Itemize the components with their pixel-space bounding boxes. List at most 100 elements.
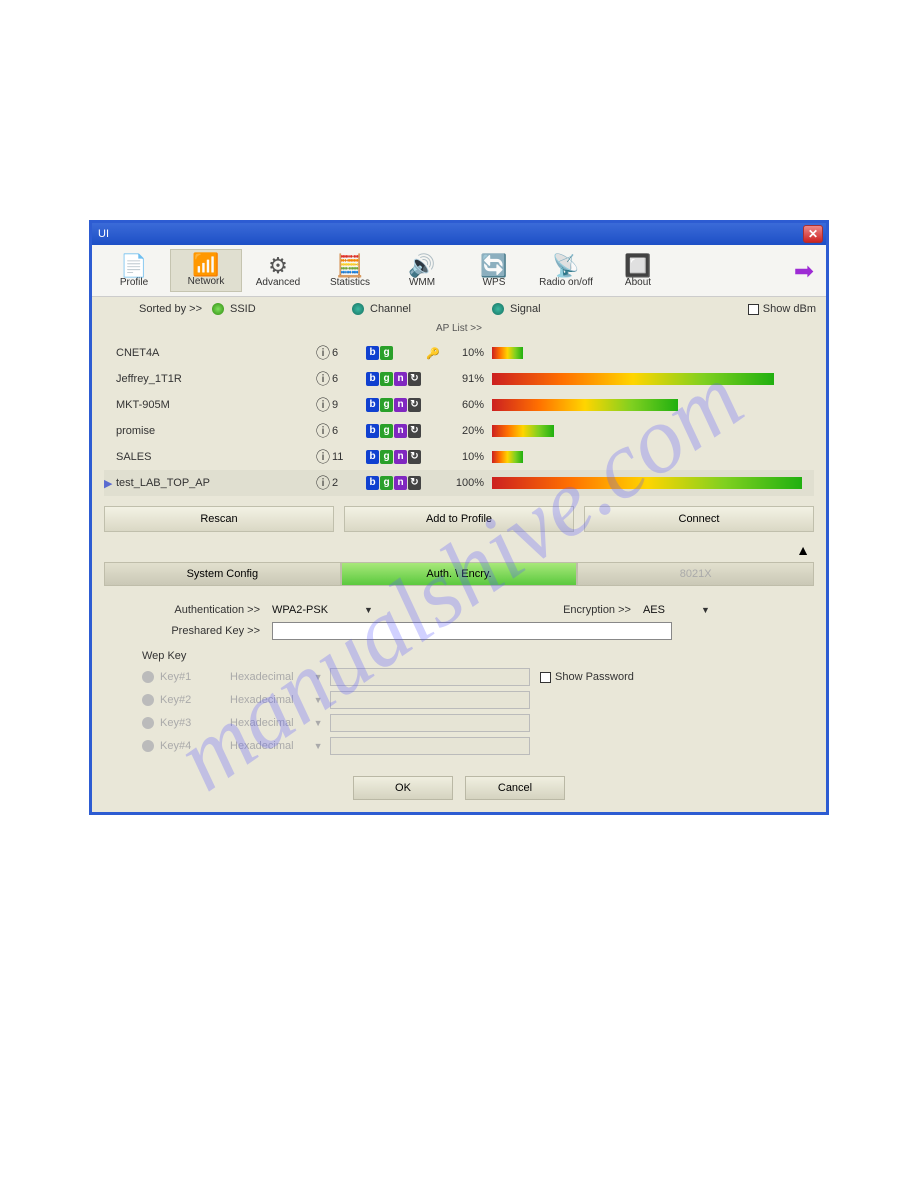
toolbar-wps[interactable]: 🔄WPS [458, 251, 530, 292]
checkbox-icon [748, 304, 759, 315]
sort-signal-dot-icon [492, 303, 504, 315]
signal-icon: ⓘ [316, 473, 330, 493]
ap-ssid: CNET4A [116, 347, 316, 359]
ap-percent: 91% [446, 373, 492, 385]
signal-icon: ⓘ [316, 447, 330, 467]
chevron-down-icon: ▼ [314, 741, 323, 751]
titlebar[interactable]: UI ✕ [92, 223, 826, 245]
ap-channel: ⓘ6 [316, 343, 366, 363]
ap-row[interactable]: Jeffrey_1T1Rⓘ6bgn↻91% [104, 366, 814, 392]
wep-key-radio[interactable] [142, 740, 154, 752]
wep-key-radio[interactable] [142, 717, 154, 729]
toolbar-next-arrow-icon[interactable]: ➡ [788, 251, 820, 292]
wep-key-input[interactable] [330, 691, 530, 709]
ap-percent: 10% [446, 347, 492, 359]
ap-ssid: promise [116, 425, 316, 437]
wep-key-label: Key#2 [160, 694, 230, 706]
add-profile-button[interactable]: Add to Profile [344, 506, 574, 532]
wep-format-dropdown[interactable]: Hexadecimal▼ [230, 717, 330, 729]
wep-key-row: Key#2Hexadecimal▼ [142, 691, 806, 709]
ap-signal-bar [492, 477, 802, 489]
mode-b-icon: b [366, 476, 379, 490]
ap-modes: bgn↻ [366, 450, 426, 464]
toolbar-network[interactable]: 📶Network [170, 249, 242, 292]
ap-ssid: SALES [116, 451, 316, 463]
connect-button[interactable]: Connect [584, 506, 814, 532]
ap-channel: ⓘ11 [316, 447, 366, 467]
ap-modes: bgn↻ [366, 424, 426, 438]
ap-percent: 20% [446, 425, 492, 437]
mode-n-icon: n [394, 476, 407, 490]
tab-system-config[interactable]: System Config [104, 562, 341, 586]
wep-key-radio[interactable] [142, 694, 154, 706]
tab-8021x[interactable]: 8021X [577, 562, 814, 586]
mode-g-icon: g [380, 424, 393, 438]
ap-row[interactable]: SALESⓘ11bgn↻10% [104, 444, 814, 470]
window-title: UI [98, 228, 109, 240]
wep-format-dropdown[interactable]: Hexadecimal▼ [230, 694, 330, 706]
ap-signal-bar [492, 399, 802, 411]
toolbar-advanced[interactable]: ⚙Advanced [242, 251, 314, 292]
checkbox-icon [540, 672, 551, 683]
wep-key-label: Key#1 [160, 671, 230, 683]
toolbar-about[interactable]: 🔲About [602, 251, 674, 292]
ap-row[interactable]: MKT-905Mⓘ9bgn↻60% [104, 392, 814, 418]
toolbar-wmm[interactable]: 🔊WMM [386, 251, 458, 292]
rescan-button[interactable]: Rescan [104, 506, 334, 532]
ap-row[interactable]: ▶test_LAB_TOP_APⓘ2bgn↻100% [104, 470, 814, 496]
chevron-down-icon: ▼ [314, 718, 323, 728]
mode-s-icon: ↻ [408, 398, 421, 412]
mode-n-icon: n [394, 424, 407, 438]
show-password-checkbox[interactable]: Show Password [540, 671, 634, 683]
ap-row[interactable]: promiseⓘ6bgn↻20% [104, 418, 814, 444]
wep-key-input[interactable] [330, 668, 530, 686]
ap-signal-bar [492, 347, 802, 359]
wps-icon: 🔄 [460, 255, 528, 277]
toolbar-radio[interactable]: 📡Radio on/off [530, 251, 602, 292]
ap-modes: bgn↻ [366, 372, 426, 386]
wep-key-input[interactable] [330, 737, 530, 755]
ok-button[interactable]: OK [353, 776, 453, 800]
preshared-key-input[interactable] [272, 622, 672, 640]
sort-signal[interactable]: Signal [492, 303, 632, 315]
about-icon: 🔲 [604, 255, 672, 277]
mode-n-icon: n [394, 372, 407, 386]
ap-ssid: test_LAB_TOP_AP [116, 477, 316, 489]
show-dbm-checkbox[interactable]: Show dBm [748, 303, 816, 315]
mode-g-icon: g [380, 450, 393, 464]
enc-dropdown[interactable]: AES▼ [643, 604, 733, 616]
ap-list: CNET4Aⓘ6bg🔑10%Jeffrey_1T1Rⓘ6bgn↻91%MKT-9… [92, 340, 826, 502]
signal-icon: ⓘ [316, 421, 330, 441]
toolbar: 📄Profile 📶Network ⚙Advanced 🧮Statistics … [92, 245, 826, 297]
ap-percent: 100% [446, 477, 492, 489]
cancel-button[interactable]: Cancel [465, 776, 565, 800]
close-button[interactable]: ✕ [803, 225, 823, 243]
wmm-icon: 🔊 [388, 255, 456, 277]
wep-format-dropdown[interactable]: Hexadecimal▼ [230, 671, 330, 683]
ap-signal-bar [492, 425, 802, 437]
sort-channel[interactable]: Channel [352, 303, 492, 315]
auth-dropdown[interactable]: WPA2-PSK▼ [272, 604, 373, 616]
wep-key-input[interactable] [330, 714, 530, 732]
sort-ssid-dot-icon [212, 303, 224, 315]
mode-n-icon: n [394, 398, 407, 412]
ap-percent: 60% [446, 399, 492, 411]
wep-key-radio[interactable] [142, 671, 154, 683]
sort-label: Sorted by >> [102, 303, 212, 315]
mode-b-icon: b [366, 398, 379, 412]
mode-g-icon: g [380, 346, 393, 360]
config-tabs: System Config Auth. \ Encry. 8021X [104, 562, 814, 586]
ap-ssid: Jeffrey_1T1R [116, 373, 316, 385]
sort-channel-dot-icon [352, 303, 364, 315]
ap-ssid: MKT-905M [116, 399, 316, 411]
toolbar-statistics[interactable]: 🧮Statistics [314, 251, 386, 292]
collapse-arrow-icon[interactable]: ▲ [92, 542, 826, 558]
ap-row[interactable]: CNET4Aⓘ6bg🔑10% [104, 340, 814, 366]
wep-format-dropdown[interactable]: Hexadecimal▼ [230, 740, 330, 752]
chevron-down-icon: ▼ [364, 605, 373, 615]
tab-auth-encry[interactable]: Auth. \ Encry. [341, 562, 578, 586]
sort-ssid[interactable]: SSID [212, 303, 352, 315]
statistics-icon: 🧮 [316, 255, 384, 277]
ap-signal-bar [492, 451, 802, 463]
toolbar-profile[interactable]: 📄Profile [98, 251, 170, 292]
